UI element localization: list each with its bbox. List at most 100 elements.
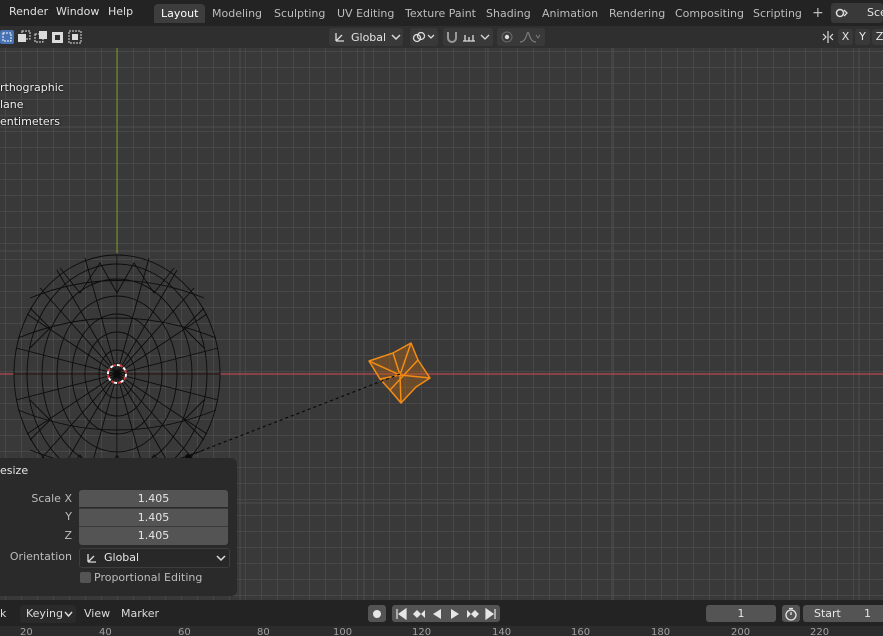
next-keyframe-button[interactable] xyxy=(464,605,482,622)
tab-compositing[interactable]: Compositing xyxy=(668,4,751,23)
scale-z-label: Z xyxy=(64,529,72,542)
scene-icon xyxy=(835,8,848,18)
prev-keyframe-icon xyxy=(413,610,425,618)
pivot-point-dropdown[interactable] xyxy=(410,28,438,46)
axis-x-toggle[interactable]: X xyxy=(838,29,853,45)
timeline-marker-menu[interactable]: Marker xyxy=(121,607,159,620)
select-mode-group xyxy=(0,29,85,46)
menu-render[interactable]: Render xyxy=(9,5,48,18)
adjust-last-operation-panel: esize Scale X 1.405 Y 1.405 Z 1.405 Orie… xyxy=(0,458,237,596)
jump-end-icon xyxy=(485,607,496,621)
scale-y-field[interactable]: 1.405 xyxy=(79,508,228,526)
preview-range-button[interactable] xyxy=(782,605,800,622)
keying-label: Keying xyxy=(26,607,63,620)
ruler-tick: 80 xyxy=(257,627,270,636)
add-workspace-button[interactable]: + xyxy=(805,4,831,23)
snap-increment-icon[interactable] xyxy=(462,30,476,44)
scene-selector[interactable]: Sce xyxy=(831,3,883,23)
tab-layout[interactable]: Layout xyxy=(154,4,206,23)
next-keyframe-icon xyxy=(467,610,479,618)
tab-texture-paint[interactable]: Texture Paint xyxy=(398,4,483,23)
select-subtract-icon[interactable] xyxy=(34,30,48,44)
ruler-tick: 120 xyxy=(412,627,432,636)
jump-start-icon xyxy=(396,607,407,621)
scale-z-field[interactable]: 1.405 xyxy=(79,526,228,545)
select-intersect-icon[interactable] xyxy=(68,30,82,44)
tab-modeling[interactable]: Modeling xyxy=(205,4,269,23)
transform-orientation-icon xyxy=(87,554,96,563)
tab-shading[interactable]: Shading xyxy=(479,4,538,23)
ruler-tick: 100 xyxy=(333,627,353,636)
play-button[interactable] xyxy=(446,605,464,622)
prev-keyframe-button[interactable] xyxy=(410,605,428,622)
start-frame-label: Start xyxy=(814,607,841,620)
scale-y-label: Y xyxy=(65,510,72,523)
timeline-ruler[interactable]: 20 40 60 80 100 120 140 160 180 200 220 xyxy=(0,626,883,636)
current-frame-field[interactable]: 1 xyxy=(706,605,776,622)
play-reverse-icon xyxy=(433,609,441,619)
stopwatch-icon xyxy=(785,607,797,621)
mirror-axis-icon xyxy=(822,31,834,43)
keying-dropdown[interactable]: Keying xyxy=(20,605,76,623)
scene-name: Sce xyxy=(867,6,883,19)
ruler-tick: 20 xyxy=(20,627,33,636)
units-label: entimeters xyxy=(0,115,60,128)
menu-window[interactable]: Window xyxy=(56,5,99,18)
ruler-tick: 40 xyxy=(99,627,112,636)
ruler-tick: 180 xyxy=(651,627,671,636)
ruler-tick: 60 xyxy=(178,627,191,636)
chevron-down-icon[interactable] xyxy=(479,30,491,44)
top-bar: Render Window Help Layout Modeling Sculp… xyxy=(0,0,883,26)
chevron-down-icon xyxy=(64,611,73,618)
record-icon xyxy=(373,610,381,618)
magnet-icon[interactable] xyxy=(445,30,459,44)
scale-x-label: Scale X xyxy=(31,492,72,505)
playback-menu-cut[interactable]: k xyxy=(0,607,6,620)
ruler-tick: 140 xyxy=(492,627,512,636)
play-reverse-button[interactable] xyxy=(428,605,446,622)
viewport-header: Global X Y Z xyxy=(0,26,883,48)
tab-scripting[interactable]: Scripting xyxy=(746,4,809,23)
proportional-editing-icon[interactable] xyxy=(500,30,514,44)
axis-z-toggle[interactable]: Z xyxy=(872,29,883,45)
view-name-label: rthographic xyxy=(0,81,64,94)
jump-end-button[interactable] xyxy=(482,605,500,622)
orientation-select-value: Global xyxy=(104,551,140,564)
orientation-dropdown[interactable]: Global xyxy=(329,28,403,46)
ruler-tick: 220 xyxy=(810,627,830,636)
pivot-point-icon xyxy=(412,31,426,43)
timeline-view-menu[interactable]: View xyxy=(84,607,110,620)
proportional-editing-checkbox[interactable] xyxy=(80,572,91,583)
orientation-select[interactable]: Global xyxy=(79,548,230,568)
axis-y-toggle[interactable]: Y xyxy=(855,29,870,45)
object-name-label: lane xyxy=(0,98,24,111)
jump-start-button[interactable] xyxy=(392,605,410,622)
selected-object[interactable] xyxy=(368,342,431,404)
proportional-editing-label: Proportional Editing xyxy=(94,571,203,584)
select-new-icon[interactable] xyxy=(0,30,14,44)
select-extend-icon[interactable] xyxy=(17,30,31,44)
select-difference-icon[interactable] xyxy=(51,30,65,44)
play-icon xyxy=(451,609,459,619)
start-frame-value: 1 xyxy=(864,607,871,620)
tab-animation[interactable]: Animation xyxy=(535,4,605,23)
falloff-curve-icon[interactable] xyxy=(519,30,541,44)
tab-uv-editing[interactable]: UV Editing xyxy=(330,4,401,23)
panel-title[interactable]: esize xyxy=(0,464,28,477)
menu-help[interactable]: Help xyxy=(108,5,133,18)
ruler-tick: 200 xyxy=(731,627,751,636)
transform-orientation-icon xyxy=(335,33,344,42)
snapping-group xyxy=(443,28,493,46)
orientation-label: Orientation xyxy=(9,550,72,563)
orientation-value: Global xyxy=(351,31,387,44)
chevron-down-icon xyxy=(391,34,401,41)
scale-x-field[interactable]: 1.405 xyxy=(79,490,228,507)
chevron-down-icon xyxy=(216,555,226,562)
auto-keying-button[interactable] xyxy=(368,605,386,622)
ruler-tick: 160 xyxy=(571,627,591,636)
proportional-editing-group xyxy=(497,28,545,46)
tab-sculpting[interactable]: Sculpting xyxy=(267,4,332,23)
tab-rendering[interactable]: Rendering xyxy=(602,4,672,23)
chevron-down-icon xyxy=(427,34,435,39)
start-frame-field[interactable]: Start 1 xyxy=(803,605,883,622)
